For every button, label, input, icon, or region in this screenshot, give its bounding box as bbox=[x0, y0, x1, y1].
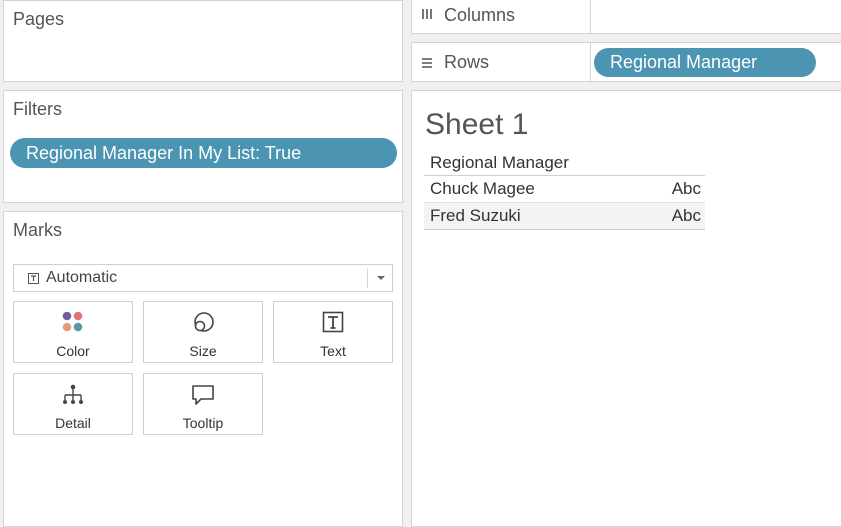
tooltip-icon bbox=[144, 383, 262, 407]
columns-divider bbox=[590, 0, 591, 34]
columns-icon bbox=[421, 7, 433, 23]
rows-divider bbox=[590, 43, 591, 83]
color-label: Color bbox=[56, 343, 90, 359]
marks-card[interactable]: Marks Automatic Color Size Text Detail T… bbox=[3, 211, 403, 527]
detail-label: Detail bbox=[55, 415, 91, 431]
table-row[interactable]: Chuck Magee Abc bbox=[424, 175, 705, 203]
rows-pill-regional-manager[interactable]: Regional Manager bbox=[594, 48, 816, 77]
pages-title: Pages bbox=[13, 9, 65, 29]
text-icon bbox=[274, 311, 392, 333]
filters-card[interactable]: Filters Regional Manager In My List: Tru… bbox=[3, 90, 403, 203]
row-header[interactable]: Chuck Magee bbox=[424, 175, 635, 203]
marks-title: Marks bbox=[13, 220, 62, 240]
color-button[interactable]: Color bbox=[13, 301, 133, 363]
color-icon bbox=[14, 311, 132, 333]
table-row[interactable]: Fred Suzuki Abc bbox=[424, 202, 705, 230]
size-button[interactable]: Size bbox=[143, 301, 263, 363]
table-header-row: Regional Manager bbox=[424, 152, 705, 176]
column-header-regional-manager[interactable]: Regional Manager bbox=[424, 152, 705, 176]
size-label: Size bbox=[189, 343, 217, 359]
detail-icon bbox=[14, 383, 132, 407]
row-value[interactable]: Abc bbox=[634, 202, 705, 230]
mark-type-dropdown[interactable]: Automatic bbox=[13, 264, 393, 292]
pages-card[interactable]: Pages bbox=[3, 0, 403, 82]
size-icon bbox=[144, 311, 262, 335]
rows-icon bbox=[421, 56, 433, 72]
sheet-title: Sheet 1 bbox=[425, 108, 529, 141]
tooltip-label: Tooltip bbox=[182, 415, 224, 431]
columns-shelf[interactable]: Columns bbox=[411, 0, 841, 34]
text-button[interactable]: Text bbox=[273, 301, 393, 363]
filter-pill-regional-manager[interactable]: Regional Manager In My List: True bbox=[10, 138, 397, 168]
mark-type-value: Automatic bbox=[46, 269, 118, 286]
row-value[interactable]: Abc bbox=[634, 175, 705, 203]
rows-label: Rows bbox=[444, 52, 490, 72]
chevron-down-icon[interactable] bbox=[377, 276, 385, 280]
columns-label: Columns bbox=[444, 5, 516, 25]
filters-title: Filters bbox=[13, 99, 62, 119]
detail-button[interactable]: Detail bbox=[13, 373, 133, 435]
dropdown-separator bbox=[367, 268, 368, 288]
text-icon bbox=[28, 271, 39, 289]
tooltip-button[interactable]: Tooltip bbox=[143, 373, 263, 435]
text-label: Text bbox=[320, 343, 346, 359]
view-table: Regional Manager Chuck Magee Abc Fred Su… bbox=[424, 152, 705, 230]
rows-shelf[interactable]: Rows Regional Manager bbox=[411, 42, 841, 83]
row-header[interactable]: Fred Suzuki bbox=[424, 202, 635, 230]
